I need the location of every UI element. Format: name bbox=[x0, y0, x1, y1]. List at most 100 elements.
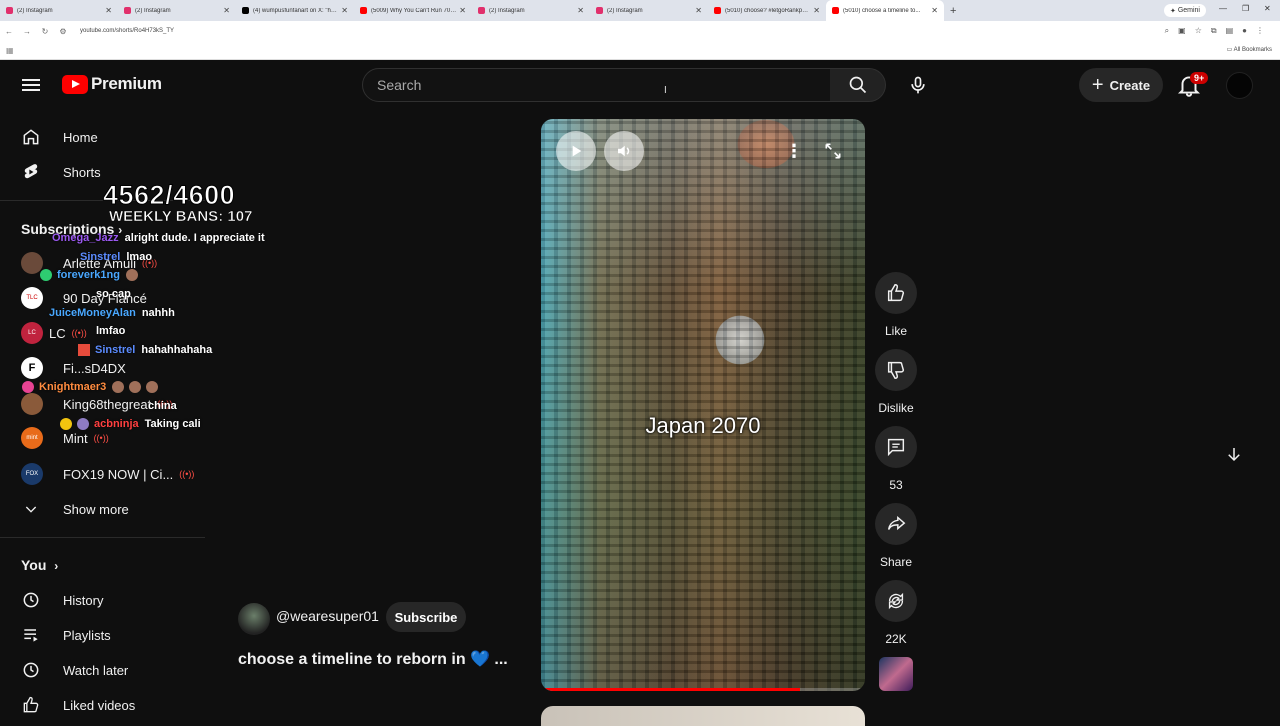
badge-icon bbox=[77, 418, 89, 430]
sidebar-item-liked-videos[interactable]: Liked videos bbox=[0, 688, 200, 722]
history-icon bbox=[21, 590, 41, 610]
more-options-icon[interactable]: ⋮ bbox=[785, 141, 803, 162]
tab-close-icon[interactable]: ✕ bbox=[105, 6, 112, 15]
share-button[interactable]: Share bbox=[875, 503, 917, 569]
search-button[interactable] bbox=[830, 68, 886, 102]
tab-favicon-icon bbox=[832, 7, 839, 14]
ban-counter: 4562/4600 bbox=[102, 180, 236, 211]
tab-close-icon[interactable]: ✕ bbox=[459, 6, 466, 15]
channel-avatar[interactable] bbox=[238, 603, 270, 635]
video-caption[interactable]: choose a timeline to reborn in 💙 ... bbox=[238, 649, 508, 669]
bookmark-star-icon[interactable]: ☆ bbox=[1195, 26, 1202, 36]
browser-tab[interactable]: (2) Instagram ✕ bbox=[118, 0, 236, 21]
gemini-button[interactable]: ✦ Gemini bbox=[1164, 4, 1206, 17]
tab-label: (2) Instagram bbox=[17, 7, 53, 14]
browser-tab[interactable]: (2) Instagram ✕ bbox=[472, 0, 590, 21]
comments-button[interactable]: 53 bbox=[875, 426, 917, 492]
like-button[interactable]: Like bbox=[875, 272, 917, 338]
sidebar-show-more[interactable]: Show more bbox=[0, 492, 200, 526]
browser-tab[interactable]: (5010) choose? #letgoRankpeto... ✕ bbox=[708, 0, 826, 21]
browser-tab[interactable]: (2) Instagram ✕ bbox=[0, 0, 118, 21]
zoom-icon[interactable]: ⌕ bbox=[1165, 26, 1169, 36]
play-button[interactable] bbox=[556, 131, 596, 171]
toolbar-icons: ⌕ ▣ ☆ ⧉ ▤ ● ⋮ bbox=[1165, 26, 1264, 36]
apps-icon[interactable]: ▦ bbox=[6, 46, 14, 55]
new-tab-icon[interactable]: + bbox=[950, 5, 956, 17]
chat-line: Knightmaer3 bbox=[22, 381, 163, 393]
dislike-circle[interactable] bbox=[875, 349, 917, 391]
remix-circle[interactable] bbox=[875, 580, 917, 622]
emote-icon bbox=[112, 381, 125, 393]
all-bookmarks[interactable]: ▭ All Bookmarks bbox=[1227, 46, 1272, 53]
maximize-icon[interactable]: ❐ bbox=[1242, 4, 1249, 13]
short-video[interactable]: ⋮ Japan 2070 bbox=[541, 119, 865, 691]
like-circle[interactable] bbox=[875, 272, 917, 314]
sidebar-item-watch-later[interactable]: Watch later bbox=[0, 653, 200, 687]
tab-label: (5010) choose a timeline to... bbox=[843, 7, 921, 14]
menu-icon[interactable] bbox=[22, 76, 40, 94]
plus-icon: + bbox=[1091, 73, 1104, 96]
search-input[interactable]: Search bbox=[362, 68, 831, 102]
sidebar-sub-3[interactable]: F Fi...sD4DX bbox=[0, 351, 200, 385]
browser-tab[interactable]: (5010) choose a timeline to... ✕ bbox=[826, 0, 944, 21]
profile-icon[interactable]: ● bbox=[1242, 26, 1247, 36]
menu-icon[interactable]: ⋮ bbox=[1256, 26, 1264, 36]
share-circle[interactable] bbox=[875, 503, 917, 545]
create-button[interactable]: + Create bbox=[1079, 68, 1163, 102]
chat-message: alright dude. I appreciate it bbox=[124, 232, 265, 244]
tab-close-icon[interactable]: ✕ bbox=[223, 6, 230, 15]
minimize-icon[interactable]: — bbox=[1219, 4, 1227, 13]
video-progress-bar[interactable] bbox=[541, 688, 865, 691]
cast-icon[interactable]: ▣ bbox=[1178, 26, 1186, 36]
tab-close-icon[interactable]: ✕ bbox=[341, 6, 348, 15]
tab-close-icon[interactable]: ✕ bbox=[577, 6, 584, 15]
reload-icon[interactable]: ↻ bbox=[36, 27, 54, 36]
you-heading[interactable]: You › bbox=[21, 557, 58, 573]
youtube-logo[interactable]: Premium bbox=[62, 74, 162, 94]
remix-button[interactable]: 22K bbox=[875, 580, 917, 646]
sidebar-item-home[interactable]: Home bbox=[0, 120, 200, 154]
channel-name[interactable]: @wearesuper01 bbox=[276, 608, 379, 624]
comments-circle[interactable] bbox=[875, 426, 917, 468]
tab-close-icon[interactable]: ✕ bbox=[813, 6, 820, 15]
tab-favicon-icon bbox=[6, 7, 13, 14]
tab-label: (4) wumpusfunfanart on X: "he... bbox=[253, 7, 339, 14]
sound-thumbnail[interactable] bbox=[879, 657, 913, 691]
remix-icon bbox=[888, 592, 904, 610]
extensions-icon[interactable]: ⧉ bbox=[1211, 26, 1217, 36]
tab-close-icon[interactable]: ✕ bbox=[695, 6, 702, 15]
tab-close-icon[interactable]: ✕ bbox=[931, 6, 938, 15]
subscribe-button[interactable]: Subscribe bbox=[386, 602, 466, 632]
emote-icon bbox=[125, 269, 138, 281]
next-short-button[interactable] bbox=[1218, 438, 1250, 470]
live-icon: ((•)) bbox=[179, 469, 195, 479]
fullscreen-icon[interactable] bbox=[823, 141, 843, 166]
dislike-button[interactable]: Dislike bbox=[875, 349, 917, 415]
back-icon[interactable]: ← bbox=[0, 27, 18, 36]
sub-name: FOX19 NOW | Ci... bbox=[63, 466, 174, 482]
chevron-right-icon: › bbox=[54, 559, 59, 573]
sidebar-item-playlists[interactable]: Playlists bbox=[0, 618, 200, 652]
browser-tab[interactable]: (2) Instagram ✕ bbox=[590, 0, 708, 21]
url-field[interactable]: youtube.com/shorts/Ro4H73kS_TY bbox=[80, 28, 174, 34]
chat-message: lmao bbox=[126, 251, 153, 263]
sidebar-item-history[interactable]: History bbox=[0, 583, 200, 617]
site-info-icon[interactable]: ⚙ bbox=[54, 27, 72, 36]
chat-user: acbninja bbox=[94, 418, 139, 430]
chat-line: Omega_Jazz alright dude. I appreciate it bbox=[52, 232, 265, 244]
sidepanel-icon[interactable]: ▤ bbox=[1226, 26, 1234, 36]
tab-favicon-icon bbox=[596, 7, 603, 14]
sidebar-sub-6[interactable]: FOX FOX19 NOW | Ci... ((•)) bbox=[0, 457, 200, 491]
chat-message: Taking cali bbox=[144, 418, 201, 430]
volume-button[interactable] bbox=[604, 131, 644, 171]
next-short-preview[interactable] bbox=[541, 706, 865, 726]
voice-search-button[interactable] bbox=[900, 68, 936, 102]
bookmarks-bar: ▦ ▭ All Bookmarks bbox=[0, 41, 1280, 60]
play-icon bbox=[572, 145, 582, 157]
close-window-icon[interactable]: ✕ bbox=[1264, 4, 1271, 13]
forward-icon[interactable]: → bbox=[18, 27, 36, 36]
browser-tab[interactable]: (4) wumpusfunfanart on X: "he... ✕ bbox=[236, 0, 354, 21]
account-avatar[interactable] bbox=[1226, 72, 1253, 99]
playlists-icon bbox=[21, 625, 41, 645]
browser-tab[interactable]: (5009) Why You Can't Run 70 I... ✕ bbox=[354, 0, 472, 21]
